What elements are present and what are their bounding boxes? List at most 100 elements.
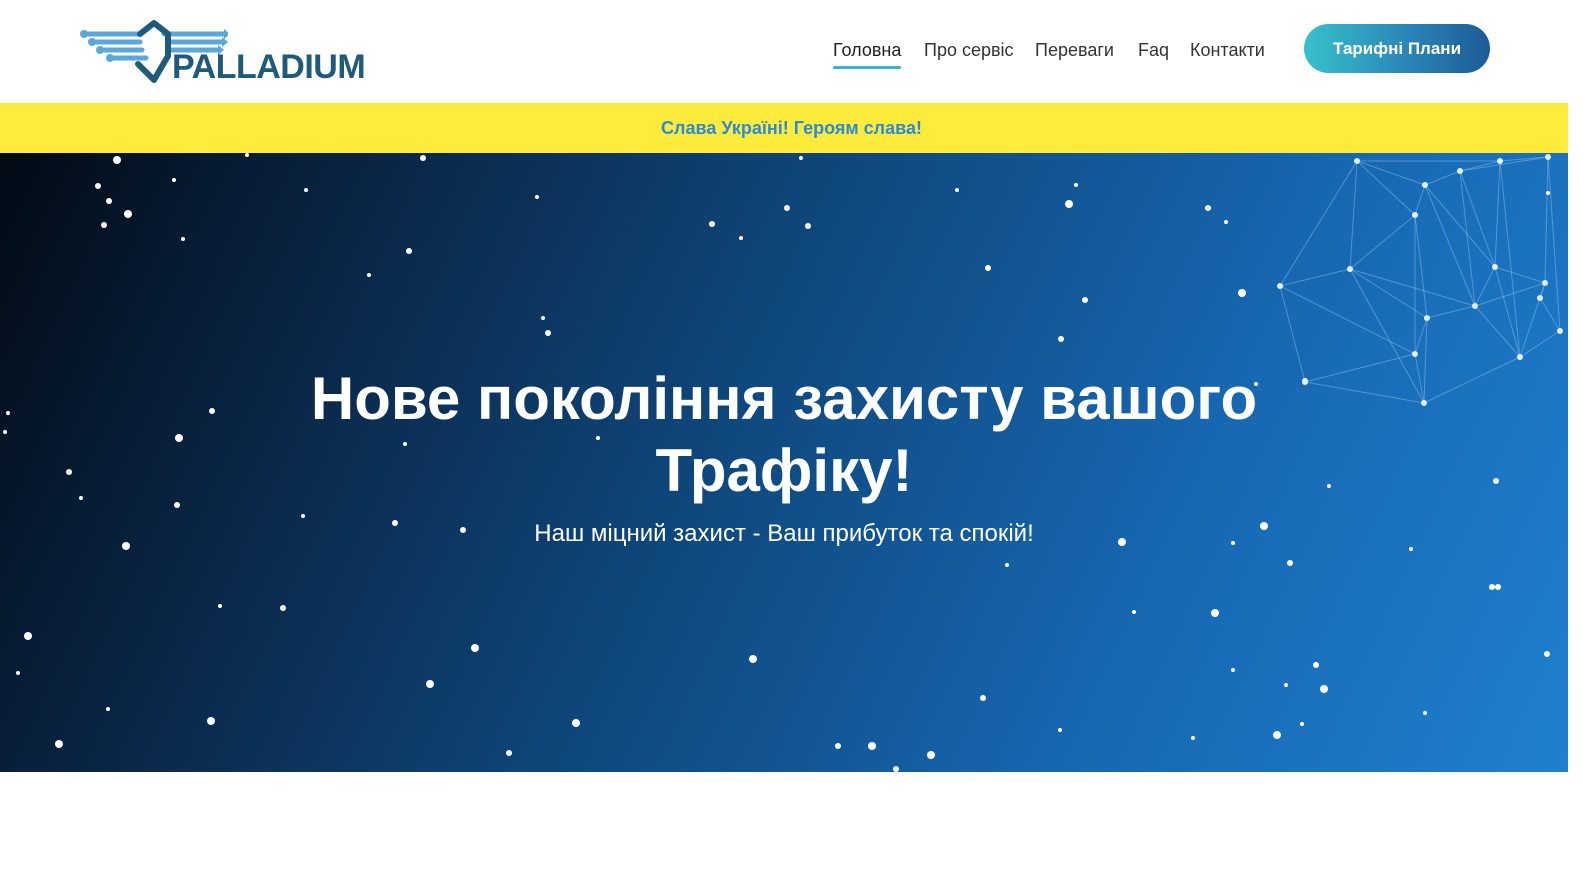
star-dot [113,156,121,164]
page-scrollbar[interactable] [1568,103,1583,869]
star-dot [1074,183,1078,187]
star-dot [1211,609,1219,617]
star-dot [172,178,176,182]
star-dot [985,265,991,271]
network-line [1494,160,1501,268]
network-node [1412,212,1418,218]
star-dot [1065,200,1073,208]
pricing-plans-button[interactable]: Тарифні Плани [1304,24,1490,73]
star-dot [95,183,101,189]
hero-title-line-2: Трафіку! [655,437,913,504]
network-line [1349,160,1358,270]
star-dot [535,195,539,199]
network-line [1424,184,1476,307]
star-dot [304,188,308,192]
nav-item-advantages[interactable]: Переваги [1035,36,1114,64]
star-dot [506,750,512,756]
star-dot [1300,722,1304,726]
star-dot [955,188,959,192]
star-dot [749,655,757,663]
nav-item-about[interactable]: Про сервіс [924,36,1014,64]
nav-item-contacts[interactable]: Контакти [1190,36,1265,64]
network-node [1472,303,1478,309]
star-dot [24,632,32,640]
network-node [1424,315,1430,321]
logo-text: PALLADIUM [172,48,366,86]
star-dot [1313,662,1319,668]
network-line [1519,282,1546,358]
star-dot [367,273,371,277]
star-dot [868,742,876,750]
network-line [1414,184,1426,216]
star-dot [1544,651,1550,657]
star-dot [1287,560,1293,566]
star-dot [1495,584,1501,590]
hero-subtitle: Наш міцний захист - Ваш прибуток та спок… [534,520,1034,547]
network-node [1517,354,1523,360]
star-dot [218,604,222,608]
star-dot [1423,711,1427,715]
network-node [1277,283,1283,289]
network-node [1354,158,1360,164]
logo-link[interactable]: PALLADIUM [78,20,366,86]
network-node [1412,351,1418,357]
network-line [1539,297,1561,332]
star-dot [1058,728,1062,732]
star-dot [1224,220,1228,224]
star-dot [1058,336,1064,342]
hero-section: Нове покоління захисту вашого Трафіку! Н… [0,153,1568,772]
ukraine-banner: Слава Україні! Героям слава! [0,103,1583,153]
network-node [1545,154,1551,160]
star-dot [1238,289,1246,297]
star-dot [835,743,841,749]
network-line [1494,266,1546,284]
network-line [1279,160,1358,287]
network-line [1544,156,1549,284]
star-dot [207,717,215,725]
star-dot [805,223,811,229]
hero-title: Нове покоління захисту вашого Трафіку! [0,363,1568,507]
star-dot [420,155,426,161]
network-node [1557,328,1563,334]
star-dot [980,695,986,701]
star-dot [709,221,715,227]
star-dot [181,237,185,241]
star-dot [106,707,110,711]
network-line [1547,156,1561,332]
star-dot [1546,191,1550,195]
banner-text: Слава Україні! Героям слава! [661,117,922,138]
star-dot [280,605,286,611]
network-line [1356,160,1416,216]
nav-item-home[interactable]: Головна [833,36,902,69]
network-line [1356,160,1426,186]
star-dot [106,198,112,204]
network-line [1459,156,1549,172]
star-dot [1489,584,1495,590]
network-line [1414,214,1428,319]
star-dot [1082,297,1088,303]
star-dot [784,205,790,211]
star-dot [545,330,551,336]
site-header: PALLADIUM Головна Про сервіс Переваги Fa… [0,0,1583,103]
star-dot [406,248,412,254]
nav-item-faq[interactable]: Faq [1138,36,1169,64]
network-node [1492,264,1498,270]
network-node [1347,266,1353,272]
star-dot [1005,563,1009,567]
network-line [1519,330,1561,358]
network-node [1537,295,1543,301]
network-line [1499,160,1521,358]
network-node [1422,182,1428,188]
star-dot [927,751,935,759]
star-dot [1273,731,1281,739]
network-line [1414,317,1428,355]
star-dot [471,644,479,652]
network-line [1279,285,1416,355]
network-node [1542,280,1548,286]
network-line [1424,170,1461,186]
star-dot [1320,685,1328,693]
star-dot [101,222,107,228]
content-area [0,772,1568,869]
network-node [1497,158,1503,164]
star-dot [1231,668,1235,672]
